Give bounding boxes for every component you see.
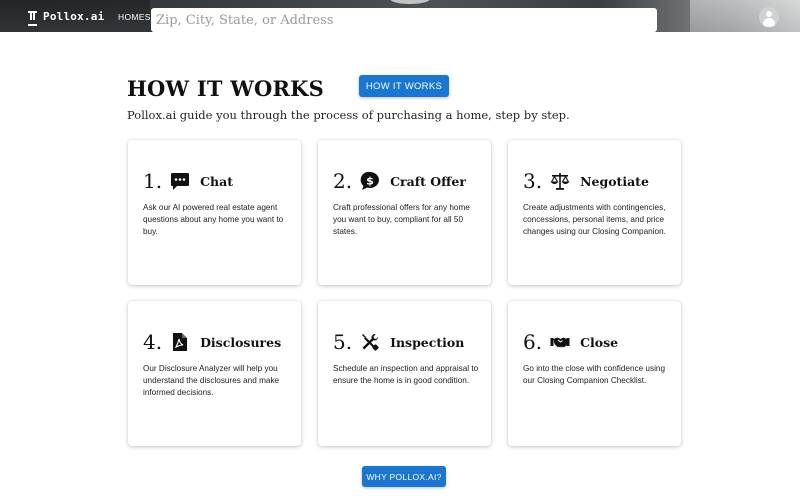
step-card-close: 6. Close Go into the close with confiden… [508,301,681,446]
step-title: Inspection [390,334,465,350]
user-icon-head [766,11,772,17]
step-title: Craft Offer [390,173,466,189]
step-description: Create adjustments with contingencies, c… [523,203,666,236]
step-number: 4. [143,330,163,354]
step-header: 4. Disclosures [143,330,281,354]
brand-logo[interactable]: Pollox.ai [28,10,105,26]
dollar-icon: $ [360,171,380,191]
step-card-negotiate: 3. Negotiate Create adjustments with con… [508,140,681,285]
step-title: Negotiate [580,173,649,189]
step-description: Ask our AI powered real estate agent que… [143,203,284,236]
step-header: 2. $ Craft Offer [333,169,466,193]
step-header: 3. Negotiate [523,169,649,193]
step-card-inspection: 5. Inspection Schedule an inspection and… [318,301,491,446]
document-icon [170,332,190,352]
avatar[interactable] [759,7,779,27]
step-header: 6. Close [523,330,618,354]
nav-homes-link[interactable]: HOMES [118,12,151,22]
pillar-icon [28,11,37,26]
top-bar: Pollox.ai HOMES [0,0,800,32]
how-it-works-button[interactable]: HOW IT WORKS [359,75,449,97]
page-subtitle: Pollox.ai guide you through the process … [127,108,570,122]
step-card-chat: 1. Chat Ask our AI powered real estate a… [128,140,301,285]
scale-icon [550,171,570,191]
step-title: Chat [200,173,234,189]
why-pollox-button[interactable]: WHY POLLOX.AI? [362,466,446,487]
step-description: Craft professional offers for any home y… [333,203,470,236]
step-description: Schedule an inspection and appraisal to … [333,364,479,385]
page-title: HOW IT WORKS [127,76,324,101]
step-header: 5. Inspection [333,330,464,354]
step-card-craft-offer: 2. $ Craft Offer Craft professional offe… [318,140,491,285]
step-description: Go into the close with confidence using … [523,364,666,385]
step-number: 1. [143,169,163,193]
header-background-detail [690,0,800,32]
step-card-disclosures: 4. Disclosures Our Disclosure Analyzer w… [128,301,301,446]
step-number: 6. [523,330,543,354]
chat-icon [170,171,190,191]
user-icon-body [763,18,775,27]
step-number: 3. [523,169,543,193]
step-header: 1. Chat [143,169,233,193]
step-number: 5. [333,330,353,354]
step-number: 2. [333,169,353,193]
step-description: Our Disclosure Analyzer will help you un… [143,364,280,397]
tools-icon [360,332,380,352]
brand-name: Pollox.ai [43,10,105,23]
step-title: Disclosures [200,334,282,350]
handshake-icon [550,332,570,352]
search-input[interactable] [151,8,657,32]
header-background-detail [390,0,430,4]
step-title: Close [580,334,619,350]
svg-text:$: $ [366,175,374,188]
